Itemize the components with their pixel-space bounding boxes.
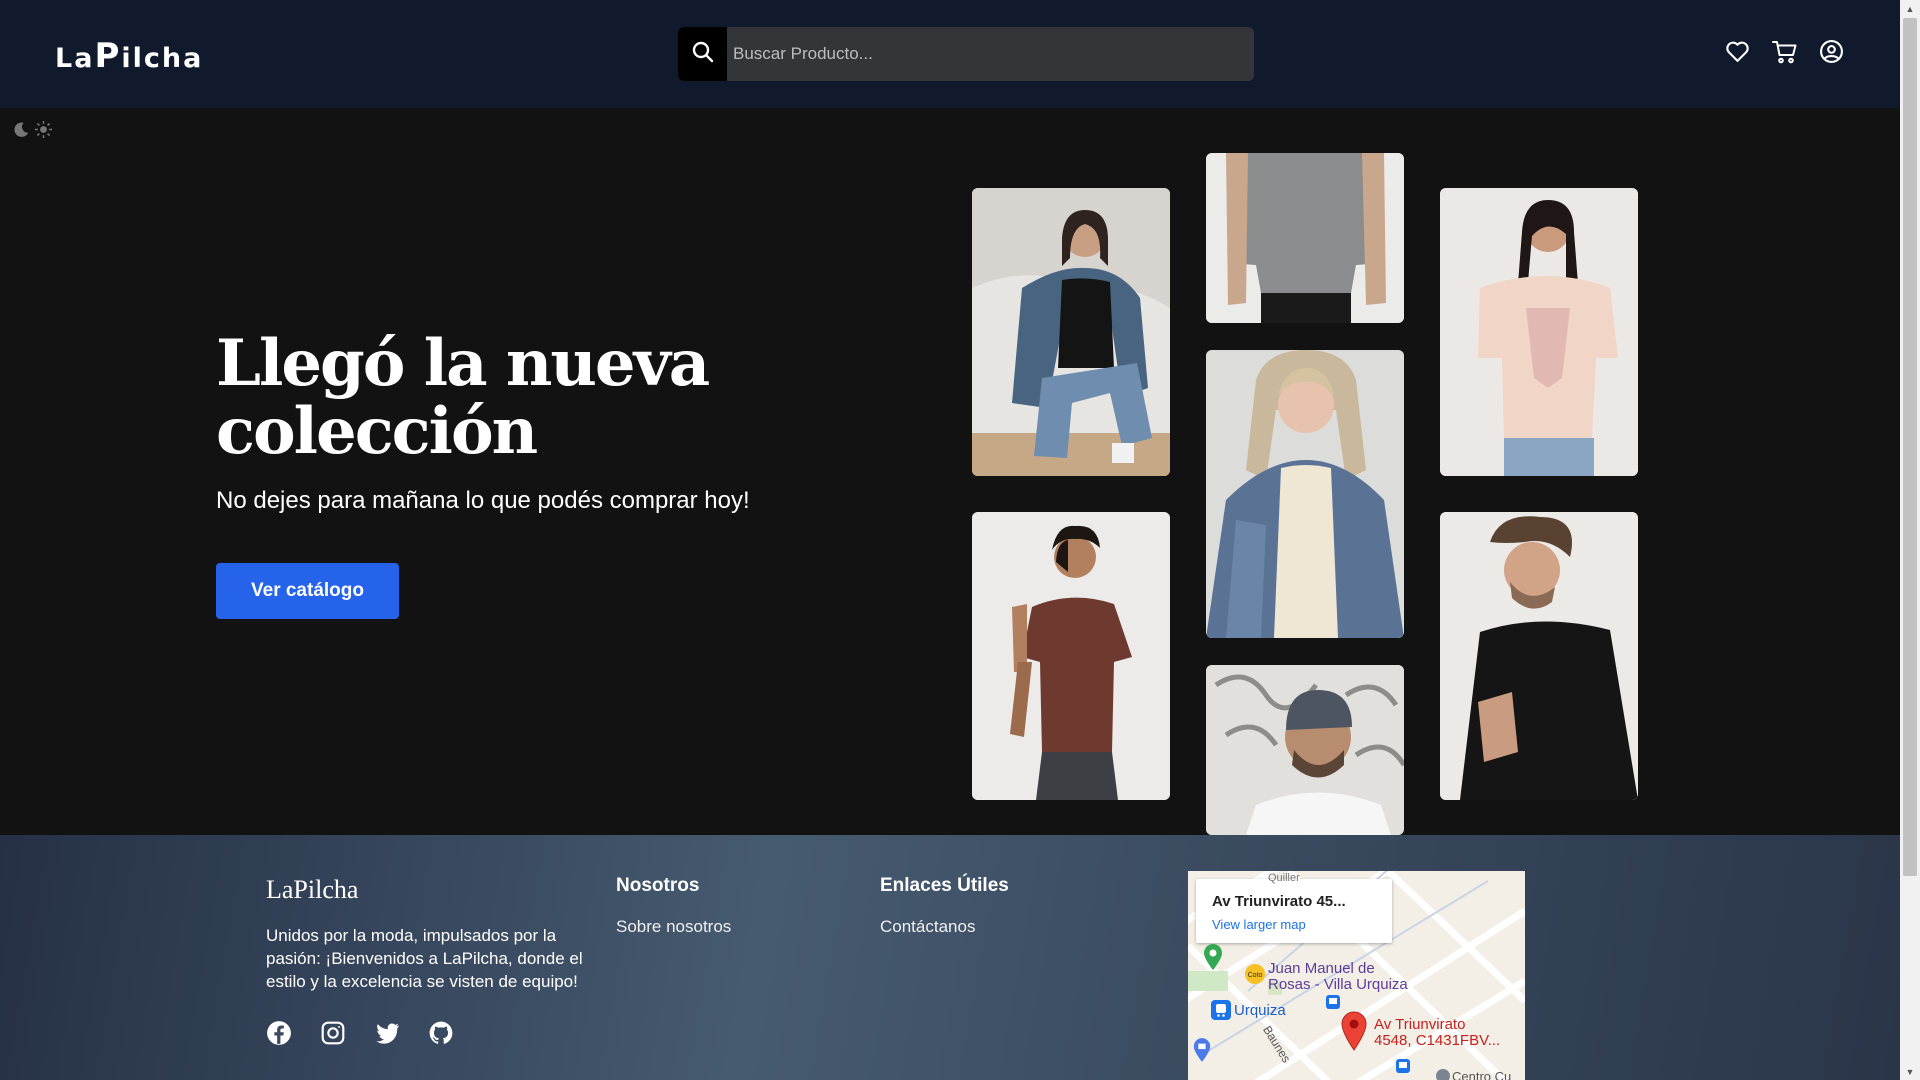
map-station-label: Urquiza <box>1234 1002 1286 1019</box>
hero-title: Llegó la nueva colección <box>216 326 710 469</box>
user-circle-icon <box>1819 39 1844 69</box>
facebook-icon[interactable] <box>266 1020 292 1046</box>
top-header: LaPilcha <box>0 0 1900 108</box>
view-larger-map-link[interactable]: View larger map <box>1212 917 1306 932</box>
svg-text:Coto: Coto <box>1248 972 1263 979</box>
map-place-label-1: Juan Manuel de <box>1268 960 1375 977</box>
footer-brand: LaPilcha <box>266 875 359 904</box>
scrollbar-thumb[interactable] <box>1903 18 1917 876</box>
product-photo-woman-pink-tshirt <box>1440 188 1638 476</box>
map-bottom-label: Centro Cu <box>1452 1069 1512 1080</box>
favorites-button[interactable] <box>1724 41 1750 67</box>
location-map[interactable]: Av Triunvirato 45... View larger map Qui… <box>1188 871 1525 1080</box>
location-pin-icon <box>1340 1011 1368 1056</box>
footer-nosotros-heading: Nosotros <box>616 875 700 896</box>
search-input[interactable] <box>727 27 1254 81</box>
product-photo-grey-tshirt <box>1206 153 1404 323</box>
site-logo[interactable]: LaPilcha <box>55 36 203 76</box>
footer-links-heading: Enlaces Útiles <box>880 875 1009 896</box>
map-pin-label-1: Av Triunvirato <box>1374 1016 1466 1033</box>
scroll-down-arrow[interactable]: ▼ <box>1900 1063 1920 1080</box>
shopping-pin-icon <box>1192 1037 1212 1068</box>
sun-icon[interactable] <box>34 120 53 144</box>
product-photo-woman-denim-jacket <box>972 188 1170 476</box>
theme-toggle[interactable] <box>12 120 53 144</box>
twitter-icon[interactable] <box>374 1020 400 1046</box>
search-icon <box>691 40 715 69</box>
footer-description: Unidos por la moda, impulsados por la pa… <box>266 926 583 991</box>
bus-stop-icon <box>1326 995 1340 1014</box>
hero-subtitle: No dejes para mañana lo que podés compra… <box>216 487 750 514</box>
contact-link[interactable]: Contáctanos <box>880 917 975 937</box>
instagram-icon[interactable] <box>320 1020 346 1046</box>
moon-icon[interactable] <box>12 121 30 144</box>
scroll-up-arrow[interactable]: ▲ <box>1900 0 1920 17</box>
product-photo-man-brown-tshirt <box>972 512 1170 800</box>
heart-icon <box>1725 40 1750 68</box>
shop-icon: Coto <box>1244 963 1266 990</box>
site-footer: LaPilcha Unidos por la moda, impulsados … <box>0 835 1900 1080</box>
account-button[interactable] <box>1818 39 1844 69</box>
product-photo-man-beanie <box>1206 665 1404 835</box>
view-catalog-button[interactable]: Ver catálogo <box>216 563 399 619</box>
cart-icon <box>1772 40 1798 69</box>
bus-stop-icon-2 <box>1396 1059 1410 1078</box>
github-icon[interactable] <box>428 1020 454 1046</box>
cart-button[interactable] <box>1772 40 1798 69</box>
search-button[interactable] <box>678 27 727 81</box>
map-place-label-2: Rosas - Villa Urquiza <box>1268 976 1408 993</box>
map-card-title: Av Triunvirato 45... <box>1212 893 1346 910</box>
train-station-icon <box>1210 999 1232 1026</box>
about-us-link[interactable]: Sobre nosotros <box>616 917 731 937</box>
search-bar <box>678 27 1254 81</box>
map-poi-icon <box>1436 1069 1450 1080</box>
map-info-card: Av Triunvirato 45... View larger map <box>1196 879 1392 943</box>
product-photo-blonde-denim-jacket <box>1206 350 1404 638</box>
product-photo-man-black-tshirt <box>1440 512 1638 800</box>
map-pin-label-2: 4548, C1431FBV... <box>1374 1032 1501 1049</box>
green-pin-icon <box>1202 943 1224 976</box>
